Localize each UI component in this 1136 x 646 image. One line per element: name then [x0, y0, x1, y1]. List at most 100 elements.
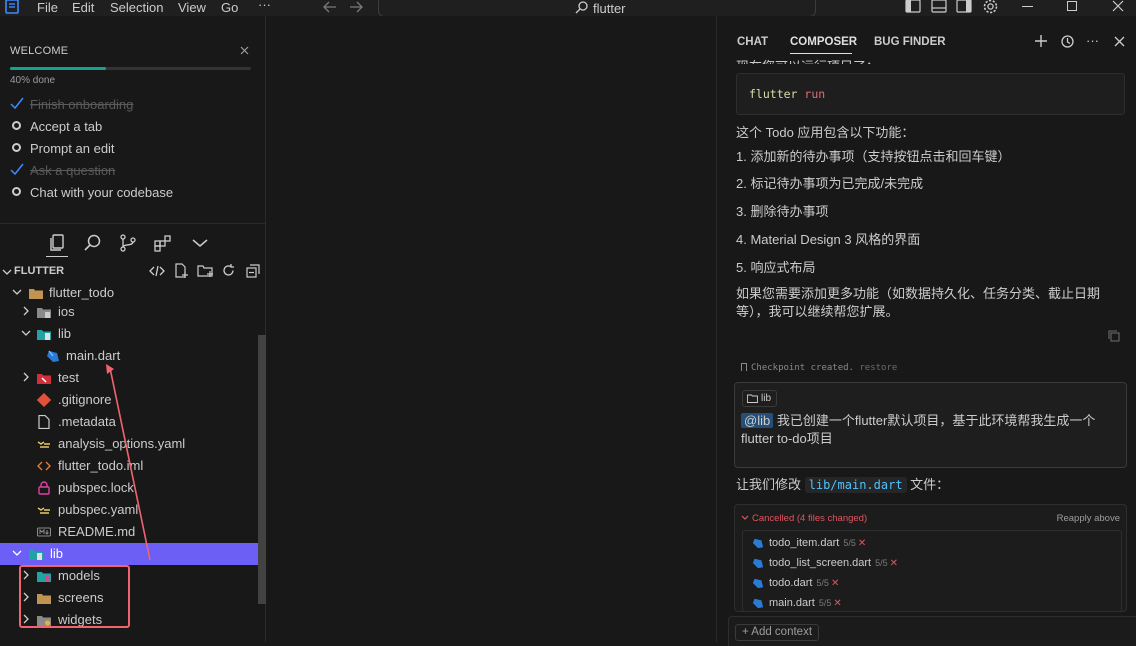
feature-item: 3. 删除待办事项: [736, 204, 829, 219]
toggle-panel-icon[interactable]: [931, 0, 947, 13]
new-folder-icon[interactable]: [197, 263, 214, 278]
tree-label: ios: [58, 304, 75, 319]
close-window-button[interactable]: [1112, 0, 1124, 12]
history-icon[interactable]: [1060, 34, 1075, 49]
tree-label: flutter_todo: [49, 285, 115, 300]
folder-lib-icon: [37, 330, 51, 340]
tree-file-main-dart[interactable]: main.dart: [0, 345, 258, 367]
source-control-icon[interactable]: [118, 233, 138, 253]
chevron-down-icon: [12, 289, 22, 295]
explorer-files-icon[interactable]: [47, 233, 67, 253]
more-options-icon[interactable]: ···: [1086, 33, 1099, 48]
user-message[interactable]: lib @lib 我已创建一个flutter默认项目，基于此环境帮我生成一个fl…: [734, 382, 1127, 468]
tab-chat[interactable]: CHAT: [737, 36, 768, 48]
file-name: todo.dart: [769, 577, 813, 589]
folder-lib-icon: [29, 550, 43, 560]
tree-label: pubspec.yaml: [58, 502, 139, 517]
tab-bug-finder[interactable]: BUG FINDER: [874, 36, 946, 48]
tree-folder-lib-root[interactable]: lib: [0, 543, 258, 565]
chip-label: lib: [761, 393, 772, 404]
close-icon[interactable]: [240, 46, 249, 55]
close-icon[interactable]: ✕: [858, 538, 866, 549]
highlight-box: [19, 565, 130, 628]
feature-item: 5. 响应式布局: [736, 260, 816, 275]
tree-folder-ios[interactable]: ios: [0, 301, 258, 323]
followup-text: 等），我可以继续帮您扩展。: [736, 304, 899, 319]
file-count: 5/5: [843, 538, 856, 548]
file-count: 5/5: [816, 578, 829, 588]
explorer-header[interactable]: FLUTTER: [14, 265, 64, 277]
tree-label: test: [58, 370, 79, 385]
search-icon: [575, 1, 588, 14]
circle-icon: [12, 143, 21, 152]
chevron-right-icon: [23, 372, 29, 382]
toggle-sidebar-icon[interactable]: [905, 0, 921, 13]
extensions-icon[interactable]: [153, 233, 173, 253]
editor-area[interactable]: [267, 16, 716, 642]
chevron-down-icon[interactable]: [2, 267, 12, 277]
tree-file-pubspec-yaml[interactable]: pubspec.yaml: [0, 499, 258, 521]
mention-tag: @lib: [741, 413, 774, 428]
file-name: main.dart: [769, 597, 815, 609]
forward-arrow-icon[interactable]: [349, 1, 363, 13]
code-line: flutter run: [749, 87, 825, 101]
add-context-button[interactable]: + Add context: [735, 624, 820, 641]
changes-card: Cancelled (4 files changed) Reapply abov…: [734, 504, 1127, 612]
checkmark-icon: [10, 162, 24, 176]
active-view-indicator: [46, 256, 68, 257]
feature-item: 2. 标记待办事项为已完成/未完成: [736, 176, 924, 191]
folder-icon: [747, 394, 758, 403]
minimize-button[interactable]: [1022, 6, 1033, 7]
plus-icon[interactable]: [1034, 34, 1048, 48]
chevron-down-icon: [21, 330, 31, 336]
tree-file-metadata[interactable]: .metadata: [0, 411, 258, 433]
explorer-scrollbar[interactable]: [258, 335, 266, 604]
task-label: Chat with your codebase: [30, 185, 174, 200]
circle-icon: [12, 121, 21, 130]
copy-icon[interactable]: [1108, 330, 1120, 342]
close-icon[interactable]: ✕: [831, 578, 839, 589]
new-file-icon[interactable]: [174, 263, 189, 279]
tab-composer[interactable]: COMPOSER: [790, 36, 857, 48]
code-argument: run: [804, 87, 826, 101]
changes-count: (4 files changed): [796, 513, 868, 524]
checkpoint-row: Checkpoint created. restore: [741, 363, 897, 373]
reapply-button[interactable]: Reapply above: [1057, 513, 1120, 524]
changes-status[interactable]: Cancelled (4 files changed): [741, 513, 867, 524]
tree-file-iml[interactable]: flutter_todo.iml: [0, 455, 258, 477]
toggle-secondary-sidebar-icon[interactable]: [956, 0, 972, 13]
tree-file-readme[interactable]: README.md: [0, 521, 258, 543]
search-icon[interactable]: [83, 233, 103, 253]
tree-file-pubspec-lock[interactable]: pubspec.lock: [0, 477, 258, 499]
tree-file-analysis-options[interactable]: analysis_options.yaml: [0, 433, 258, 455]
search-text: flutter: [593, 1, 626, 16]
user-message-text: @lib 我已创建一个flutter默认项目，基于此环境帮我生成一个flutte…: [741, 412, 1121, 448]
file-name: todo_list_screen.dart: [769, 557, 872, 569]
active-tab-underline: [790, 53, 852, 54]
close-icon[interactable]: [1114, 36, 1125, 47]
tree-label: analysis_options.yaml: [58, 436, 186, 451]
close-icon[interactable]: ✕: [833, 598, 841, 609]
context-chip[interactable]: lib: [742, 390, 778, 407]
dart-file-icon: [752, 538, 764, 549]
close-icon[interactable]: ✕: [890, 558, 898, 569]
changed-files-list: todo_item.dart 5/5 ✕ todo_list_screen.dart…: [742, 530, 1122, 612]
folder-ios-icon: [37, 308, 51, 318]
restore-link[interactable]: restore: [859, 363, 897, 373]
bookmark-icon: [741, 363, 747, 371]
followup-text: 如果您需要添加更多功能（如数据持久化、任务分类、截止日期: [736, 286, 1101, 301]
progress-label: 40% done: [10, 75, 56, 86]
back-arrow-icon[interactable]: [323, 1, 337, 13]
tree-folder-test[interactable]: test: [0, 367, 258, 389]
command-center-search[interactable]: flutter: [378, 0, 816, 17]
chevron-down-icon[interactable]: [190, 233, 210, 253]
tree-file-gitignore[interactable]: .gitignore: [0, 389, 258, 411]
yaml-file-icon: [37, 441, 50, 448]
code-icon[interactable]: [149, 264, 165, 278]
tree-folder-lib[interactable]: lib: [0, 323, 258, 345]
gear-icon[interactable]: [982, 0, 999, 15]
maximize-button[interactable]: [1067, 1, 1077, 11]
tree-label: README.md: [58, 524, 136, 539]
refresh-icon[interactable]: [221, 263, 236, 278]
collapse-all-icon[interactable]: [246, 264, 260, 278]
